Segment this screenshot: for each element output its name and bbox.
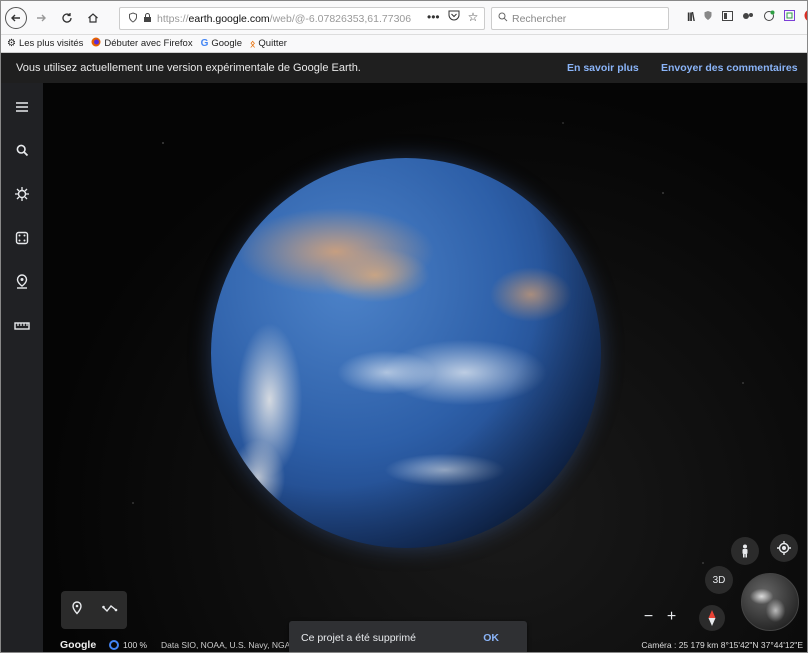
firefox-icon <box>91 37 101 50</box>
globe-shadow <box>211 158 601 548</box>
mini-globe-map[interactable] <box>741 573 799 631</box>
send-feedback-link[interactable]: Envoyer des commentaires <box>661 62 798 74</box>
library-icon[interactable]: II\ <box>687 10 695 24</box>
bookmark-label: Quitter <box>258 38 287 49</box>
zoom-out-button[interactable]: − <box>644 608 653 626</box>
notice-text: Vous utilisez actuellement une version e… <box>16 62 361 74</box>
pocket-icon[interactable] <box>448 10 460 24</box>
search-icon[interactable] <box>1 137 43 163</box>
compass-icon[interactable] <box>699 605 725 631</box>
shield-ext-icon[interactable] <box>703 10 713 24</box>
forward-icon[interactable] <box>31 8 51 28</box>
dice-icon[interactable] <box>1 225 43 251</box>
reader-icon[interactable] <box>722 10 734 24</box>
magnifier-icon <box>498 12 508 25</box>
url-host: earth.google.com <box>188 12 270 25</box>
home-icon[interactable] <box>83 8 103 28</box>
bookmarks-bar: ⚙ Les plus visités Débuter avec Firefox … <box>1 35 807 53</box>
placemark-icon[interactable] <box>71 600 83 620</box>
view-3d-button[interactable]: 3D <box>705 566 733 594</box>
search-placeholder: Rechercher <box>512 12 567 25</box>
url-prefix: https:// <box>157 12 189 25</box>
profile-icon[interactable] <box>804 9 807 25</box>
voyager-icon[interactable] <box>1 181 43 207</box>
google-g-icon: G <box>200 38 209 49</box>
camera-readout: Caméra : 25 179 km 8°15'42"N 37°44'12"E <box>641 639 803 650</box>
my-location-button[interactable] <box>770 534 798 562</box>
bookmark-quit[interactable]: ᛟ Quitter <box>250 38 287 49</box>
zoom-controls: − + <box>637 605 683 629</box>
search-bar[interactable]: Rechercher <box>491 7 669 30</box>
url-path: /web/@-6.07826353,61.77306 <box>269 12 412 25</box>
quit-icon: ᛟ <box>250 38 256 49</box>
addon-icon[interactable] <box>763 10 775 25</box>
star-icon[interactable]: ☆ <box>468 10 479 24</box>
google-logo: Google <box>60 638 97 651</box>
reload-icon[interactable] <box>57 8 77 28</box>
draw-tools <box>61 591 127 629</box>
load-percent: 100 % <box>123 639 148 650</box>
bookmark-label: Les plus visités <box>18 38 84 49</box>
snackbar-message: Ce projet a été supprimé <box>301 631 416 644</box>
toolbar-extensions: II\ <box>687 9 807 25</box>
bookmark-label: Google <box>211 38 242 49</box>
pegman-button[interactable] <box>731 537 759 565</box>
data-attribution[interactable]: Data SIO, NOAA, U.S. Navy, NGA, G <box>161 640 291 650</box>
shield-icon[interactable] <box>128 11 138 26</box>
bookmark-most-visited[interactable]: ⚙ Les plus visités <box>7 38 83 49</box>
back-icon[interactable] <box>5 6 27 29</box>
snackbar-ok-button[interactable]: OK <box>483 632 499 644</box>
bookmark-label: Débuter avec Firefox <box>104 38 193 49</box>
ruler-icon[interactable] <box>1 313 43 339</box>
extension-icon[interactable] <box>742 10 754 24</box>
ellipsis-icon[interactable]: ••• <box>427 10 440 24</box>
gear-icon: ⚙ <box>7 38 16 49</box>
earth-viewport[interactable] <box>43 83 807 652</box>
screen: https://earth.google.com/web/@-6.0782635… <box>0 0 808 653</box>
projects-icon[interactable] <box>1 269 43 295</box>
loading-ring-icon <box>109 639 119 650</box>
path-icon[interactable] <box>101 601 118 619</box>
menu-icon[interactable] <box>1 94 43 120</box>
bookmark-google[interactable]: G Google <box>201 38 242 49</box>
learn-more-link[interactable]: En savoir plus <box>567 62 639 74</box>
experimental-notice: Vous utilisez actuellement une version e… <box>1 53 807 83</box>
left-rail <box>1 83 43 652</box>
zoom-in-button[interactable]: + <box>667 608 676 626</box>
bookmark-firefox[interactable]: Débuter avec Firefox <box>91 37 193 50</box>
lock-icon[interactable] <box>143 12 152 26</box>
project-deleted-snackbar: Ce projet a été supprimé OK <box>289 621 527 652</box>
tab-icon[interactable] <box>784 10 796 24</box>
url-actions: ••• ☆ <box>427 10 478 24</box>
loading-indicator: 100 % <box>109 639 148 650</box>
